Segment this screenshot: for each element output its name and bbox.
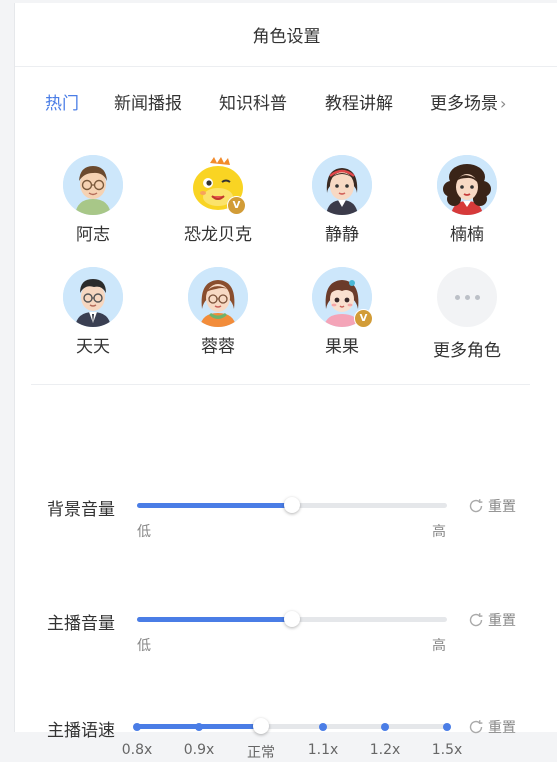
bg-volume-reset-button[interactable]: 重置 — [467, 496, 516, 516]
speed-option-label[interactable]: 1.2x — [370, 742, 401, 758]
vip-badge: V — [354, 309, 373, 328]
reset-label: 重置 — [488, 720, 516, 736]
bg-volume-high-label: 高 — [432, 524, 446, 540]
speed-option-label[interactable]: 0.9x — [184, 742, 215, 758]
speed-stop[interactable] — [443, 722, 451, 731]
role-dinosaur-beck[interactable]: V 恐龙贝克 — [168, 155, 268, 245]
man-glasses-avatar-icon — [63, 155, 123, 215]
host-volume-slider[interactable] — [137, 611, 447, 627]
little-girl-avatar-icon: V — [312, 267, 373, 328]
role-guoguo[interactable]: V 果果 — [292, 267, 392, 357]
chevron-right-icon: › — [500, 94, 507, 113]
refresh-icon — [469, 720, 483, 734]
more-roles-button[interactable]: 更多角色 — [417, 267, 517, 361]
panel-header: 角色设置 — [15, 3, 557, 67]
role-name: 蓉蓉 — [201, 337, 235, 357]
tab-tutorial[interactable]: 教程讲解 — [325, 89, 393, 114]
host-volume-fill — [137, 617, 292, 622]
speed-option-label[interactable]: 正常 — [247, 742, 275, 762]
refresh-icon — [469, 499, 483, 513]
tab-more-scenes[interactable]: 更多场景 › — [430, 89, 506, 114]
speed-stop[interactable] — [319, 722, 327, 731]
role-name: 果果 — [325, 337, 359, 357]
speed-stop[interactable] — [133, 722, 141, 731]
bg-volume-low-label: 低 — [137, 524, 151, 540]
reset-label: 重置 — [488, 613, 516, 629]
vip-badge: V — [227, 196, 246, 215]
tab-news[interactable]: 新闻播报 — [114, 89, 182, 114]
speed-option-label[interactable]: 0.8x — [122, 742, 153, 758]
role-jingjing[interactable]: 静静 — [292, 155, 392, 245]
host-speed-reset-button[interactable]: 重置 — [467, 717, 516, 737]
host-volume-thumb[interactable] — [284, 611, 300, 627]
role-name: 更多角色 — [433, 341, 501, 361]
bg-volume-slider[interactable] — [137, 497, 447, 513]
bg-volume-thumb[interactable] — [284, 497, 300, 513]
host-volume-low-label: 低 — [137, 638, 151, 654]
tab-hot[interactable]: 热门 — [45, 89, 79, 114]
host-volume-reset-button[interactable]: 重置 — [467, 610, 516, 630]
role-name: 静静 — [325, 225, 359, 245]
section-divider — [31, 384, 530, 385]
host-speed-slider[interactable] — [133, 718, 451, 734]
role-settings-panel: 角色设置 热门 新闻播报 知识科普 教程讲解 更多场景 › 阿志 V 恐龙贝克 … — [14, 3, 557, 761]
speed-option-label[interactable]: 1.5x — [432, 742, 463, 758]
man-suit-glasses-avatar-icon — [63, 267, 123, 327]
speed-stop[interactable] — [195, 722, 203, 731]
role-nannan[interactable]: 楠楠 — [417, 155, 517, 245]
role-rongrong[interactable]: 蓉蓉 — [168, 267, 268, 357]
speed-stop[interactable] — [381, 722, 389, 731]
girl-headband-avatar-icon — [312, 155, 372, 215]
host-volume-label: 主播音量 — [47, 614, 115, 634]
bg-volume-label: 背景音量 — [47, 500, 115, 520]
refresh-icon — [469, 613, 483, 627]
host-speed-label: 主播语速 — [47, 721, 115, 741]
yellow-dinosaur-avatar-icon: V — [188, 155, 248, 215]
host-volume-high-label: 高 — [432, 638, 446, 654]
role-tiantian[interactable]: 天天 — [43, 267, 143, 357]
role-name: 恐龙贝克 — [184, 225, 252, 245]
role-azhi[interactable]: 阿志 — [43, 155, 143, 245]
reset-label: 重置 — [488, 499, 516, 515]
bg-volume-fill — [137, 503, 292, 508]
panel-title: 角色设置 — [252, 27, 321, 47]
woman-curly-hair-avatar-icon — [437, 155, 497, 215]
role-name: 楠楠 — [450, 225, 484, 245]
more-dots-icon — [437, 267, 497, 327]
speed-option-label[interactable]: 1.1x — [308, 742, 339, 758]
tab-more-scenes-label: 更多场景 — [430, 94, 498, 114]
tab-science[interactable]: 知识科普 — [219, 89, 287, 114]
role-name: 阿志 — [76, 225, 110, 245]
role-name: 天天 — [76, 337, 110, 357]
woman-glasses-avatar-icon — [188, 267, 248, 327]
